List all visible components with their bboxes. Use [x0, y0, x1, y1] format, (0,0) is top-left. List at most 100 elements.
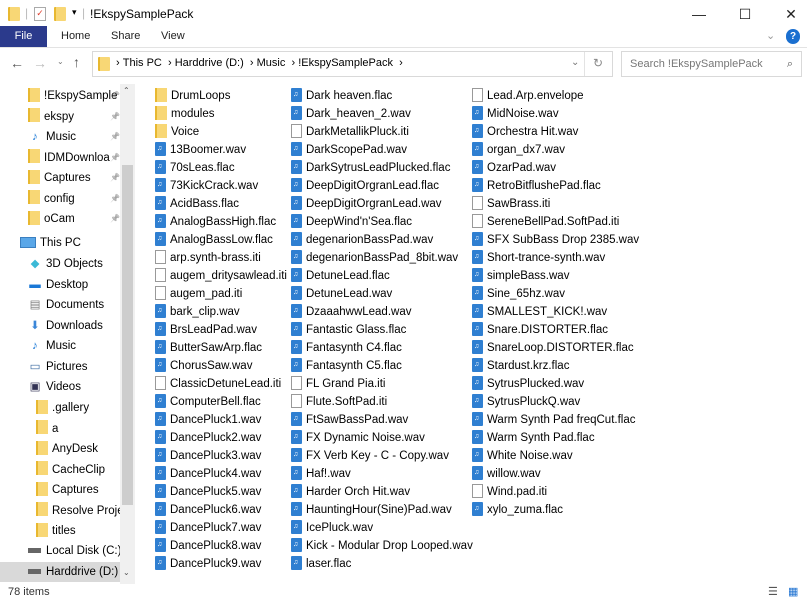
file-item[interactable]: 13Boomer.wav — [155, 140, 246, 159]
search-input[interactable]: Search !EkspySamplePack ⌕ — [621, 51, 802, 77]
folder-item[interactable]: Voice — [155, 123, 199, 141]
tab-file[interactable]: File — [0, 26, 47, 47]
file-item[interactable]: ClassicDetuneLead.iti — [155, 375, 281, 393]
nav-quick-access-item[interactable]: IDMDownloa 📌 — [28, 148, 120, 168]
help-icon[interactable]: ? — [786, 29, 800, 44]
up-icon[interactable]: ↑ — [73, 54, 80, 70]
file-item[interactable]: SawBrass.iti — [472, 195, 550, 213]
file-item[interactable]: DancePluck1.wav — [155, 410, 261, 429]
back-icon[interactable]: ← — [10, 55, 24, 71]
file-item[interactable]: White Noise.wav — [472, 446, 573, 465]
address-bar[interactable]: › This PC › Harddrive (D:) › Music › !Ek… — [92, 51, 613, 77]
file-item[interactable]: ButterSawArp.flac — [155, 338, 262, 357]
breadcrumb-music[interactable]: Music — [257, 57, 286, 69]
file-item[interactable]: Fantasynth C4.flac — [291, 338, 402, 357]
nav-video-folder[interactable]: .gallery — [36, 398, 120, 418]
nav-scrollbar-thumb[interactable] — [122, 165, 133, 505]
file-item[interactable]: DancePluck3.wav — [155, 446, 261, 465]
file-item[interactable]: FtSawBassPad.wav — [291, 410, 408, 429]
large-icons-view-icon[interactable]: ▦ — [788, 582, 798, 602]
file-item[interactable]: Orchestra Hit.wav — [472, 122, 578, 141]
file-item[interactable]: DancePluck6.wav — [155, 500, 261, 519]
file-item[interactable]: augem_dritysawlead.iti — [155, 267, 287, 285]
file-item[interactable]: ChorusSaw.wav — [155, 356, 252, 375]
file-item[interactable]: MidNoise.wav — [472, 104, 559, 123]
file-item[interactable]: Lead.Arp.envelope — [472, 87, 584, 105]
pin-icon[interactable]: 📌 — [110, 168, 120, 188]
file-item[interactable]: DancePluck9.wav — [155, 554, 261, 573]
nav-quick-access-item[interactable]: oCam 📌 — [28, 209, 120, 229]
file-item[interactable]: DarkSytrusLeadPlucked.flac — [291, 158, 450, 177]
file-item[interactable]: Kick - Modular Drop Looped.wav — [291, 536, 473, 555]
address-dropdown-icon[interactable]: ⌄ — [571, 57, 579, 68]
tab-view[interactable]: View — [147, 26, 199, 47]
file-item[interactable]: AcidBass.flac — [155, 194, 239, 213]
nav-pc-item[interactable]: ▤ Documents — [28, 295, 105, 315]
new-folder-icon[interactable] — [54, 7, 66, 21]
scroll-up-icon[interactable]: ⌃ — [123, 86, 130, 95]
file-item[interactable]: HauntingHour(Sine)Pad.wav — [291, 500, 452, 519]
maximize-button[interactable]: ☐ — [722, 0, 768, 28]
file-item[interactable]: DarkMetallikPluck.iti — [291, 123, 409, 141]
file-item[interactable]: xylo_zuma.flac — [472, 500, 563, 519]
file-item[interactable]: DeepDigitOrgranLead.flac — [291, 176, 439, 195]
pin-icon[interactable]: 📌 — [110, 107, 120, 127]
file-item[interactable]: SereneBellPad.SoftPad.iti — [472, 213, 619, 231]
file-item[interactable]: Fantastic Glass.flac — [291, 320, 406, 339]
nav-quick-access-item[interactable]: Captures 📌 — [28, 168, 120, 188]
file-item[interactable]: RetroBitflushePad.flac — [472, 176, 601, 195]
details-view-icon[interactable]: ☰ — [768, 582, 778, 602]
nav-quick-access-item[interactable]: ♪ Music 📌 — [28, 127, 120, 147]
folder-item[interactable]: DrumLoops — [155, 87, 230, 105]
file-item[interactable]: DancePluck4.wav — [155, 464, 261, 483]
file-item[interactable]: Fantasynth C5.flac — [291, 356, 402, 375]
file-item[interactable]: 73KickCrack.wav — [155, 176, 258, 195]
nav-drive[interactable]: Harddrive (D:) — [28, 562, 118, 582]
file-item[interactable]: Stardust.krz.flac — [472, 356, 569, 375]
nav-pc-item[interactable]: ◆ 3D Objects — [28, 254, 103, 274]
file-item[interactable]: DancePluck7.wav — [155, 518, 261, 537]
nav-pc-item[interactable]: ▭ Pictures — [28, 357, 88, 377]
pin-icon[interactable]: 📌 — [110, 209, 120, 229]
customize-toolbar-icon[interactable]: ▾ — [72, 7, 77, 18]
nav-pc-item[interactable]: ⬇ Downloads — [28, 316, 103, 336]
file-item[interactable]: organ_dx7.wav — [472, 140, 565, 159]
file-item[interactable]: laser.flac — [291, 554, 351, 573]
file-item[interactable]: Haf!.wav — [291, 464, 351, 483]
file-item[interactable]: AnalogBassLow.flac — [155, 230, 273, 249]
file-item[interactable]: SFX SubBass Drop 2385.wav — [472, 230, 639, 249]
recent-locations-icon[interactable]: ⌄ — [57, 57, 64, 66]
refresh-icon[interactable]: ↻ — [593, 56, 603, 70]
nav-video-folder[interactable]: CacheClip — [36, 460, 120, 480]
file-item[interactable]: DancePluck5.wav — [155, 482, 261, 501]
pin-icon[interactable]: 📌 — [110, 127, 120, 147]
file-item[interactable]: Warm Synth Pad.flac — [472, 428, 595, 447]
file-item[interactable]: Warm Synth Pad freqCut.flac — [472, 410, 636, 429]
file-item[interactable]: IcePluck.wav — [291, 518, 373, 537]
pin-icon[interactable]: 📌 — [110, 148, 120, 168]
minimize-button[interactable]: — — [676, 0, 722, 28]
nav-quick-access-item[interactable]: ekspy 📌 — [28, 107, 120, 127]
breadcrumb-this-pc[interactable]: This PC — [123, 57, 162, 69]
file-item[interactable]: SytrusPluckQ.wav — [472, 392, 580, 411]
file-item[interactable]: Sine_65hz.wav — [472, 284, 565, 303]
file-item[interactable]: DetuneLead.flac — [291, 266, 390, 285]
file-item[interactable]: DetuneLead.wav — [291, 284, 392, 303]
file-item[interactable]: Flute.SoftPad.iti — [291, 393, 387, 411]
file-item[interactable]: OzarPad.wav — [472, 158, 556, 177]
expand-ribbon-icon[interactable]: ⌄ — [766, 29, 775, 42]
pin-icon[interactable]: 📌 — [110, 189, 120, 209]
file-item[interactable]: Snare.DISTORTER.flac — [472, 320, 608, 339]
nav-drive[interactable]: Local Disk (C:) — [28, 541, 121, 561]
nav-this-pc[interactable]: This PC — [20, 233, 81, 253]
nav-video-folder[interactable]: a — [36, 419, 120, 439]
file-item[interactable]: DancePluck2.wav — [155, 428, 261, 447]
file-item[interactable]: FX Dynamic Noise.wav — [291, 428, 425, 447]
file-item[interactable]: degenarionBassPad.wav — [291, 230, 433, 249]
file-item[interactable]: willow.wav — [472, 464, 541, 483]
folder-item[interactable]: modules — [155, 105, 214, 123]
file-item[interactable]: Dark_heaven_2.wav — [291, 104, 411, 123]
forward-icon[interactable]: → — [33, 55, 47, 71]
file-item[interactable]: ComputerBell.flac — [155, 392, 261, 411]
file-item[interactable]: bark_clip.wav — [155, 302, 240, 321]
